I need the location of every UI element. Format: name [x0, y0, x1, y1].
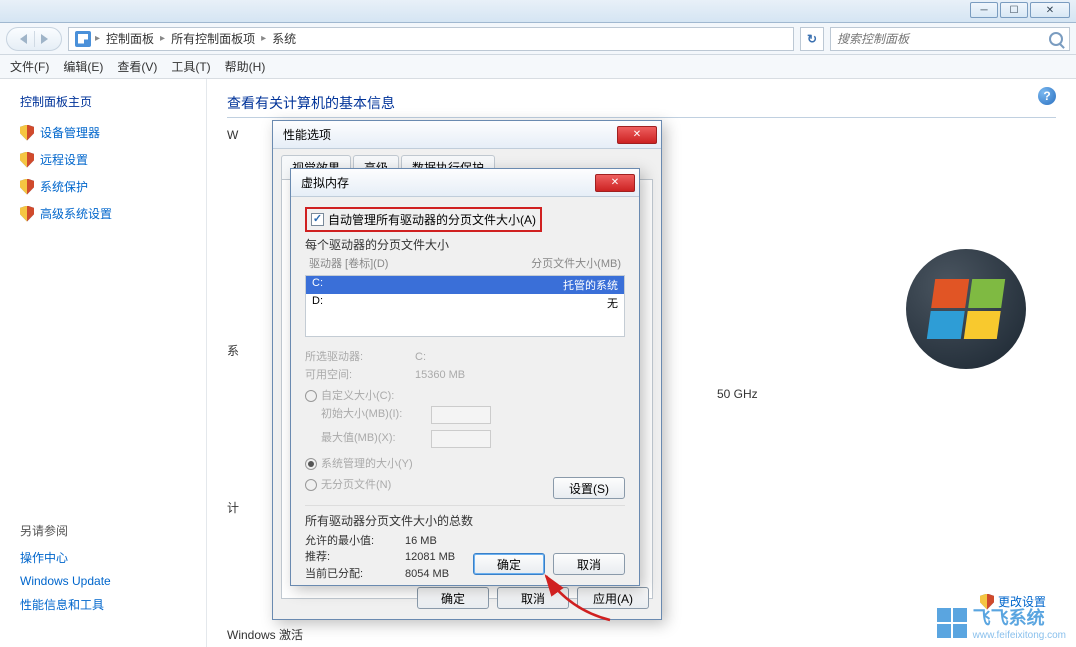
drive-row[interactable]: D: 无 — [306, 294, 624, 312]
sidebar-item-advanced[interactable]: 高级系统设置 — [20, 205, 206, 222]
close-icon[interactable]: ✕ — [595, 174, 635, 192]
selected-drive-label: 所选驱动器: — [305, 349, 415, 367]
breadcrumb-item[interactable]: 系统 — [270, 30, 298, 47]
menu-view[interactable]: 查看(V) — [117, 58, 157, 75]
see-also-section: 另请参阅 操作中心 Windows Update 性能信息和工具 — [20, 522, 206, 613]
brand-url: www.feifeixitong.com — [973, 630, 1066, 641]
chevron-right-icon: ▸ — [95, 33, 100, 44]
sidebar-item-label: 高级系统设置 — [40, 205, 112, 222]
max-size-input[interactable] — [431, 430, 491, 448]
shield-icon — [20, 152, 34, 168]
cpu-frequency: 50 GHz — [717, 387, 758, 401]
see-also-windows-update[interactable]: Windows Update — [20, 574, 206, 588]
auto-manage-checkbox[interactable] — [311, 213, 324, 226]
custom-size-label: 自定义大小(C): — [321, 390, 394, 402]
search-icon — [1049, 32, 1063, 46]
breadcrumb-item[interactable]: 控制面板 — [104, 30, 156, 47]
avail-space-value: 15360 MB — [415, 367, 465, 385]
sidebar-item-remote[interactable]: 远程设置 — [20, 151, 206, 168]
group-label: 每个驱动器的分页文件大小 — [305, 236, 625, 253]
help-icon[interactable]: ? — [1038, 87, 1056, 105]
current-value: 8054 MB — [405, 566, 449, 583]
system-managed-radio[interactable] — [305, 458, 317, 470]
close-button[interactable]: ✕ — [1030, 2, 1070, 18]
control-panel-icon — [75, 31, 91, 47]
minimize-button[interactable]: ─ — [970, 2, 998, 18]
no-paging-radio[interactable] — [305, 479, 317, 491]
drive-status: 托管的系统 — [563, 277, 618, 293]
drive-header-right: 分页文件大小(MB) — [531, 255, 621, 271]
shield-icon — [20, 206, 34, 222]
sidebar-item-label: 系统保护 — [40, 178, 88, 195]
system-managed-label: 系统管理的大小(Y) — [321, 458, 413, 470]
shield-icon — [20, 125, 34, 141]
close-icon[interactable]: ✕ — [617, 126, 657, 144]
dialog-title: 虚拟内存 — [301, 174, 349, 191]
menu-bar: 文件(F) 编辑(E) 查看(V) 工具(T) 帮助(H) — [0, 55, 1076, 79]
windows-logo — [906, 249, 1026, 369]
watermark-brand: 飞飞系统 www.feifeixitong.com — [937, 604, 1066, 641]
nav-forward-icon — [41, 34, 48, 44]
maximize-button[interactable]: ☐ — [1000, 2, 1028, 18]
no-paging-label: 无分页文件(N) — [321, 479, 391, 491]
min-allowed-value: 16 MB — [405, 533, 437, 550]
search-input[interactable] — [837, 32, 1049, 46]
drive-list[interactable]: C: 托管的系统 D: 无 — [305, 275, 625, 337]
max-size-label: 最大值(MB)(X): — [321, 430, 431, 448]
breadcrumb-item[interactable]: 所有控制面板项 — [169, 30, 257, 47]
highlight-box: 自动管理所有驱动器的分页文件大小(A) — [305, 207, 542, 232]
drive-header-left: 驱动器 [卷标](D) — [309, 255, 388, 271]
recommended-value: 12081 MB — [405, 549, 455, 566]
auto-manage-label: 自动管理所有驱动器的分页文件大小(A) — [328, 211, 536, 228]
initial-size-input[interactable] — [431, 406, 491, 424]
custom-size-radio[interactable] — [305, 390, 317, 402]
cancel-button[interactable]: 取消 — [553, 553, 625, 575]
search-box[interactable] — [830, 27, 1070, 51]
menu-tools[interactable]: 工具(T) — [171, 58, 210, 75]
address-bar-row: ▸ 控制面板 ▸ 所有控制面板项 ▸ 系统 ↻ — [0, 23, 1076, 55]
shield-icon — [20, 179, 34, 195]
current-label: 当前已分配: — [305, 566, 405, 583]
dialog-titlebar[interactable]: 性能选项 ✕ — [273, 121, 661, 149]
nav-back-forward[interactable] — [6, 27, 62, 51]
selected-drive-value: C: — [415, 349, 426, 367]
recommended-label: 推荐: — [305, 549, 405, 566]
see-also-action-center[interactable]: 操作中心 — [20, 549, 206, 566]
chevron-right-icon: ▸ — [160, 33, 165, 44]
menu-help[interactable]: 帮助(H) — [225, 58, 266, 75]
brand-logo-icon — [937, 608, 967, 638]
nav-back-icon — [20, 34, 27, 44]
dialog-title: 性能选项 — [283, 126, 331, 143]
sidebar-item-device-manager[interactable]: 设备管理器 — [20, 124, 206, 141]
activation-header: Windows 激活 — [227, 626, 303, 643]
see-also-performance[interactable]: 性能信息和工具 — [20, 596, 206, 613]
dialog-titlebar[interactable]: 虚拟内存 ✕ — [291, 169, 639, 197]
virtual-memory-dialog: 虚拟内存 ✕ 自动管理所有驱动器的分页文件大小(A) 每个驱动器的分页文件大小 … — [290, 168, 640, 586]
sidebar: 控制面板主页 设备管理器 远程设置 系统保护 高级系统设置 另请参阅 操作中心 … — [0, 79, 206, 647]
totals-header: 所有驱动器分页文件大小的总数 — [305, 512, 625, 529]
ok-button[interactable]: 确定 — [473, 553, 545, 575]
min-allowed-label: 允许的最小值: — [305, 533, 405, 550]
breadcrumb[interactable]: ▸ 控制面板 ▸ 所有控制面板项 ▸ 系统 — [68, 27, 794, 51]
page-title: 查看有关计算机的基本信息 — [227, 93, 1056, 118]
drive-row[interactable]: C: 托管的系统 — [306, 276, 624, 294]
sidebar-item-label: 远程设置 — [40, 151, 88, 168]
window-titlebar: ─ ☐ ✕ — [0, 0, 1076, 23]
menu-edit[interactable]: 编辑(E) — [63, 58, 103, 75]
drive-status: 无 — [607, 295, 618, 311]
brand-name: 飞飞系统 — [973, 608, 1045, 628]
set-button[interactable]: 设置(S) — [553, 477, 625, 499]
menu-file[interactable]: 文件(F) — [10, 58, 49, 75]
drive-letter: C: — [312, 277, 323, 293]
drive-letter: D: — [312, 295, 323, 311]
sidebar-item-protection[interactable]: 系统保护 — [20, 178, 206, 195]
chevron-right-icon: ▸ — [261, 33, 266, 44]
refresh-button[interactable]: ↻ — [800, 27, 824, 51]
sidebar-title[interactable]: 控制面板主页 — [20, 93, 206, 110]
avail-space-label: 可用空间: — [305, 367, 415, 385]
sidebar-item-label: 设备管理器 — [40, 124, 100, 141]
see-also-header: 另请参阅 — [20, 522, 206, 539]
initial-size-label: 初始大小(MB)(I): — [321, 406, 431, 424]
